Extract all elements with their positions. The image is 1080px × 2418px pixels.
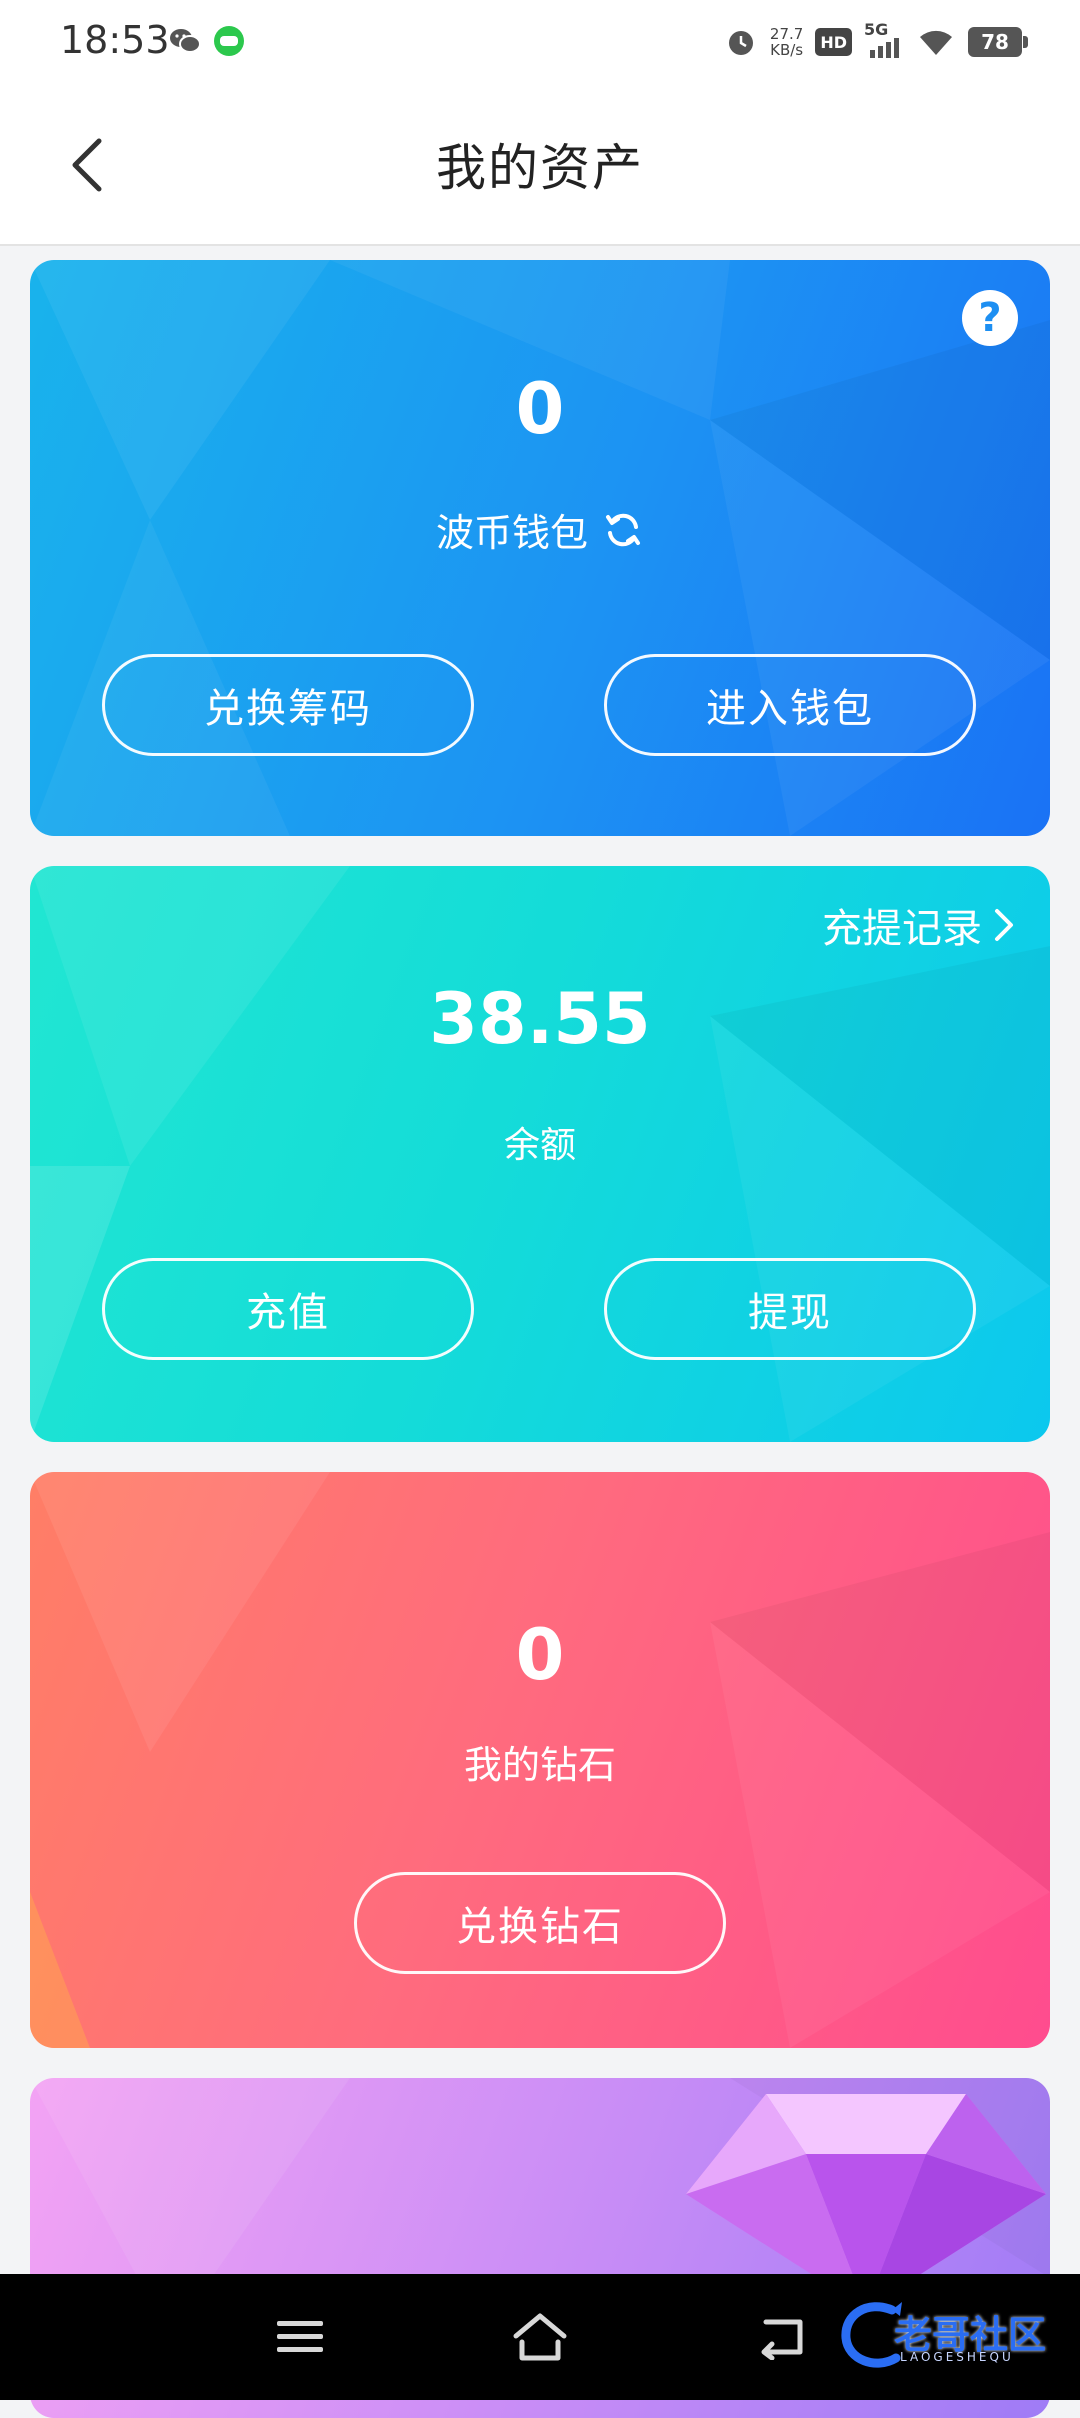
battery-level: 78 (981, 30, 1009, 54)
balance-value: 38.55 (429, 978, 651, 1060)
recharge-withdraw-records-link[interactable]: 充提记录 (822, 896, 1016, 954)
net-speed-value: 27.7 (769, 25, 804, 43)
home-button[interactable] (500, 2302, 580, 2372)
back-nav-button[interactable] (740, 2302, 820, 2372)
diamond-label: 我的钻石 (463, 1743, 616, 1787)
records-link-label: 充提记录 (822, 906, 982, 952)
watermark-subtext: LAOGESHEQU (900, 2350, 1014, 2364)
back-icon (761, 2319, 803, 2360)
diamond-value: 0 (515, 1614, 565, 1696)
signal-icon: 5G (864, 20, 904, 60)
recharge-button[interactable]: 充值 (102, 1258, 474, 1360)
system-nav-bar: 老哥社区 LAOGESHEQU (0, 2274, 1080, 2400)
watermark-logo: 老哥社区 LAOGESHEQU (834, 2294, 1064, 2378)
balance-card: 充提记录 38.55 余额 充值 提现 (30, 866, 1050, 1442)
status-right-group: 27.7 KB/s HD 5G 78 (724, 20, 1028, 64)
battery-icon: 78 (968, 27, 1028, 57)
menu-icon (277, 2321, 323, 2352)
alarm-icon (728, 31, 753, 55)
exchange-chips-button[interactable]: 兑换筹码 (102, 654, 474, 756)
message-icon (214, 26, 244, 56)
withdraw-button[interactable]: 提现 (604, 1258, 976, 1360)
enter-wallet-button[interactable]: 进入钱包 (604, 654, 976, 756)
refresh-icon[interactable] (602, 509, 644, 551)
exchange-diamonds-button[interactable]: 兑换钻石 (354, 1872, 726, 1974)
app-header: 我的资产 (0, 80, 1080, 246)
wallet-label: 波币钱包 (435, 511, 588, 555)
help-icon[interactable]: ? (962, 290, 1018, 346)
net-speed: 27.7 KB/s (770, 26, 803, 58)
page-title: 我的资产 (436, 139, 644, 197)
diamond-card: 0 我的钻石 兑换钻石 (30, 1472, 1050, 2048)
balance-label: 余额 (503, 1125, 576, 1166)
status-bar: 18:53 27.7 KB/s HD 5G 78 (0, 0, 1080, 80)
home-icon (513, 2313, 567, 2361)
wallet-card: ? 0 波币钱包 兑换筹码 进入钱包 (30, 260, 1050, 836)
wechat-icon (170, 29, 201, 53)
wallet-value: 0 (515, 368, 565, 450)
hd-badge: HD (815, 28, 852, 56)
wallet-label-row: 波币钱包 (30, 502, 1050, 557)
wifi-icon (920, 30, 952, 55)
menu-button[interactable] (260, 2302, 340, 2372)
chevron-right-icon (995, 909, 1013, 941)
status-time: 18:53 (60, 18, 170, 62)
net-speed-unit: KB/s (770, 41, 804, 59)
